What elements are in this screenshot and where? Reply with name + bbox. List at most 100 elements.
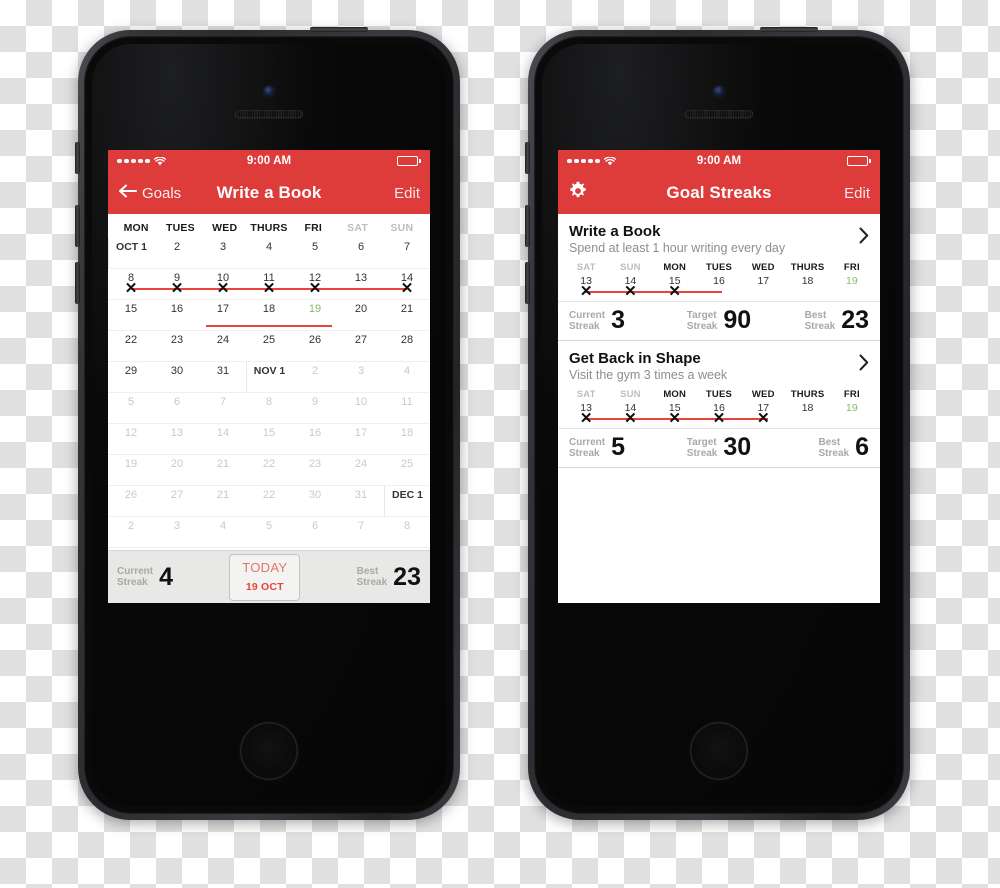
goal-day-cell[interactable]: 18 — [785, 400, 829, 428]
calendar-day-cell[interactable]: 7 — [384, 238, 430, 268]
calendar-day-cell[interactable]: 31 — [200, 362, 246, 392]
silence-switch[interactable] — [75, 142, 80, 174]
volume-down-button[interactable] — [75, 262, 80, 304]
goal-day-cell[interactable]: 14 ✕ — [608, 400, 652, 428]
calendar-day-cell[interactable]: 25 — [246, 331, 292, 361]
calendar-day-cell[interactable]: 11 — [384, 393, 430, 423]
goal-day-cell[interactable]: 13 ✕ — [564, 400, 608, 428]
today-button[interactable]: TODAY 19 OCT — [229, 553, 301, 601]
goal-card[interactable]: Get Back in Shape Visit the gym 3 times a… — [558, 341, 880, 468]
calendar-day-cell[interactable]: 24 — [200, 331, 246, 361]
calendar-day-cell[interactable]: 6 — [338, 238, 384, 268]
goal-header[interactable]: Write a Book Spend at least 1 hour writin… — [558, 214, 880, 257]
calendar-day-cell[interactable]: NOV 1 — [246, 362, 292, 392]
calendar-day-cell[interactable]: 17 — [338, 424, 384, 454]
calendar-day-cell[interactable]: 6 — [292, 517, 338, 547]
calendar-day-cell[interactable]: 15 — [246, 424, 292, 454]
calendar-day-cell[interactable]: 2 — [154, 238, 200, 268]
calendar-day-cell[interactable]: 21 — [200, 486, 246, 516]
calendar-day-cell[interactable]: 20 — [154, 455, 200, 485]
calendar-day-cell[interactable]: 21 — [384, 300, 430, 330]
calendar-day-cell[interactable]: 31 — [338, 486, 384, 516]
goal-day-cell[interactable]: 19 — [830, 400, 874, 428]
calendar-day-cell[interactable]: 23 — [154, 331, 200, 361]
calendar-day-cell[interactable]: 4 — [384, 362, 430, 392]
goal-day-cell[interactable]: 17 — [741, 273, 785, 301]
calendar-day-cell[interactable]: 15 — [108, 300, 154, 330]
goal-day-cell[interactable]: 15 ✕ — [653, 400, 697, 428]
calendar-grid[interactable]: OCT 1 2 3 4 5 6 7 8 ✕ 9 ✕ 10 ✕ 11 ✕ 12 ✕ 13 14 ✕ 15 16 17 18 19 2… — [108, 238, 430, 603]
calendar-day-cell[interactable]: 28 — [384, 331, 430, 361]
calendar-day-cell[interactable]: 18 — [384, 424, 430, 454]
edit-button[interactable]: Edit — [394, 185, 420, 202]
calendar-day-cell[interactable]: 4 — [246, 238, 292, 268]
calendar-day-cell[interactable]: 29 — [108, 362, 154, 392]
calendar-day-cell[interactable]: 26 — [292, 331, 338, 361]
volume-up-button[interactable] — [75, 205, 80, 247]
calendar-day-cell[interactable]: 3 — [200, 238, 246, 268]
calendar-day-cell[interactable]: 19 — [108, 455, 154, 485]
calendar-day-cell[interactable]: 27 — [338, 331, 384, 361]
goal-day-cell[interactable]: 17 ✕ — [741, 400, 785, 428]
back-button[interactable]: Goals — [118, 184, 181, 203]
goal-day-cell[interactable]: 16 — [697, 273, 741, 301]
calendar-day-cell[interactable]: 12 — [108, 424, 154, 454]
goal-day-cell[interactable]: 13 ✕ — [564, 273, 608, 301]
calendar-day-cell[interactable]: 20 — [338, 300, 384, 330]
calendar-day-cell[interactable]: 13 — [338, 269, 384, 299]
calendar-day-cell[interactable]: 26 — [108, 486, 154, 516]
calendar-day-cell[interactable]: 16 — [292, 424, 338, 454]
calendar-day-cell[interactable]: 2 — [108, 517, 154, 547]
calendar-day-cell[interactable]: 6 — [154, 393, 200, 423]
calendar-day-cell[interactable]: 3 — [338, 362, 384, 392]
calendar-day-cell[interactable]: 14 — [200, 424, 246, 454]
calendar-day-cell[interactable]: 5 — [108, 393, 154, 423]
calendar-day-cell[interactable]: 14 ✕ — [384, 269, 430, 299]
calendar-day-cell[interactable]: 10 ✕ — [200, 269, 246, 299]
calendar-day-cell[interactable]: 24 — [338, 455, 384, 485]
calendar-day-cell[interactable]: 7 — [338, 517, 384, 547]
calendar-day-cell[interactable]: 8 — [384, 517, 430, 547]
calendar-day-cell[interactable]: 30 — [154, 362, 200, 392]
calendar-day-cell[interactable]: 2 — [292, 362, 338, 392]
calendar-day-cell[interactable]: OCT 1 — [108, 238, 154, 268]
calendar-day-cell[interactable]: 11 ✕ — [246, 269, 292, 299]
calendar-day-cell[interactable]: 30 — [292, 486, 338, 516]
calendar-day-cell[interactable]: 13 — [154, 424, 200, 454]
silence-switch[interactable] — [525, 142, 530, 174]
goal-card[interactable]: Write a Book Spend at least 1 hour writin… — [558, 214, 880, 341]
calendar-day-cell[interactable]: 27 — [154, 486, 200, 516]
calendar-day-cell[interactable]: 21 — [200, 455, 246, 485]
calendar-day-cell[interactable]: 8 — [246, 393, 292, 423]
goal-day-cell[interactable]: 15 ✕ — [653, 273, 697, 301]
volume-up-button[interactable] — [525, 205, 530, 247]
calendar-day-cell[interactable]: DEC 1 — [384, 486, 430, 516]
calendar-day-cell[interactable]: 9 ✕ — [154, 269, 200, 299]
calendar-day-cell[interactable]: 9 — [292, 393, 338, 423]
goal-header[interactable]: Get Back in Shape Visit the gym 3 times a… — [558, 341, 880, 384]
power-button[interactable] — [760, 27, 818, 32]
goal-day-cell[interactable]: 14 ✕ — [608, 273, 652, 301]
power-button[interactable] — [310, 27, 368, 32]
calendar-day-cell[interactable]: 25 — [384, 455, 430, 485]
calendar-day-cell[interactable]: 4 — [200, 517, 246, 547]
goal-day-cell[interactable]: 19 — [830, 273, 874, 301]
calendar-day-cell[interactable]: 3 — [154, 517, 200, 547]
settings-button[interactable] — [568, 181, 588, 206]
volume-down-button[interactable] — [525, 262, 530, 304]
calendar-day-cell[interactable]: 22 — [246, 455, 292, 485]
edit-button[interactable]: Edit — [844, 185, 870, 202]
goal-day-cell[interactable]: 16 ✕ — [697, 400, 741, 428]
calendar-day-cell[interactable]: 23 — [292, 455, 338, 485]
calendar-day-cell[interactable]: 22 — [246, 486, 292, 516]
calendar-day-cell[interactable]: 8 ✕ — [108, 269, 154, 299]
calendar-day-cell[interactable]: 12 ✕ — [292, 269, 338, 299]
calendar-day-cell[interactable]: 7 — [200, 393, 246, 423]
calendar-day-cell[interactable]: 10 — [338, 393, 384, 423]
goal-day-cell[interactable]: 18 — [785, 273, 829, 301]
calendar-day-cell[interactable]: 22 — [108, 331, 154, 361]
home-button[interactable] — [240, 722, 298, 780]
calendar-day-cell[interactable]: 5 — [292, 238, 338, 268]
calendar-day-cell[interactable]: 5 — [246, 517, 292, 547]
calendar-day-cell[interactable]: 16 — [154, 300, 200, 330]
